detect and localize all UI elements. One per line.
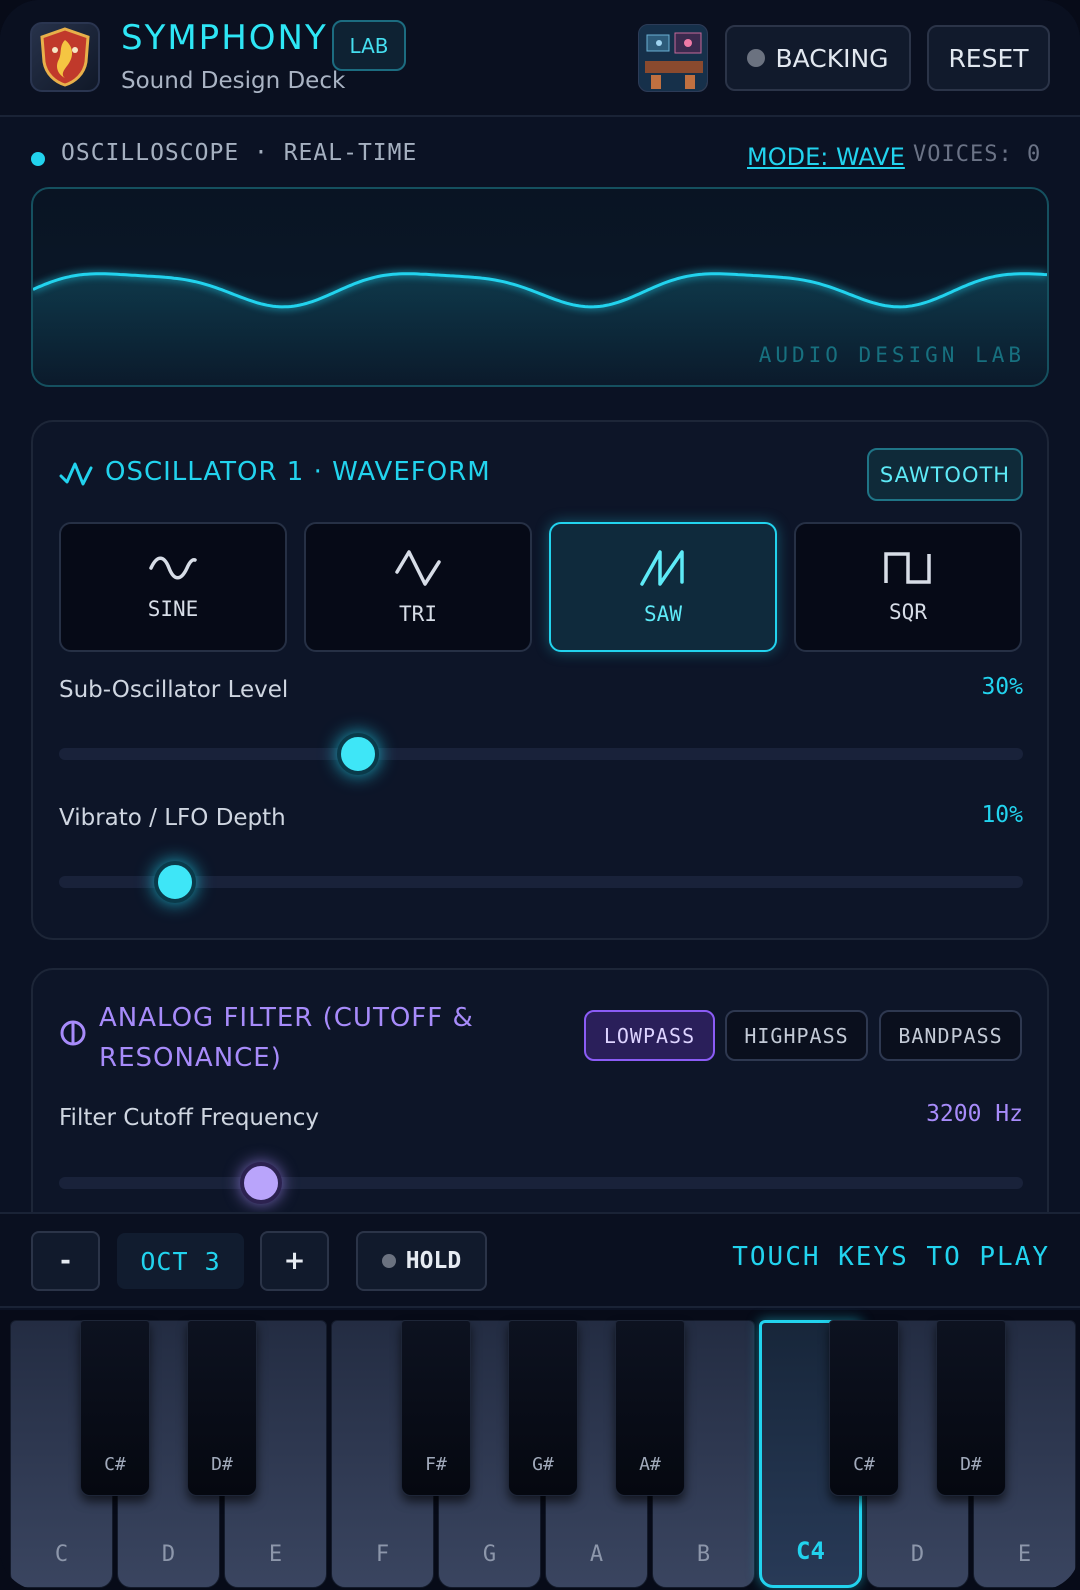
cutoff-knob[interactable]: [240, 1162, 283, 1204]
vibrato-label: Vibrato / LFO Depth: [59, 805, 286, 831]
black-key-a-sharp[interactable]: A#: [615, 1320, 685, 1496]
key-label: G#: [532, 1454, 554, 1475]
key-label: C: [54, 1542, 69, 1567]
app-title: SYMPHONY: [121, 18, 328, 58]
backing-button[interactable]: BACKING: [725, 25, 911, 91]
waveform-tri-button[interactable]: TRI: [304, 522, 532, 652]
key-label: D#: [960, 1454, 982, 1475]
synth-app: SYMPHONY LAB Sound Design Deck BACKING R…: [0, 0, 1080, 1590]
reset-button[interactable]: RESET: [927, 25, 1050, 91]
filter-bandpass-button[interactable]: BANDPASS: [879, 1010, 1022, 1061]
header: SYMPHONY LAB Sound Design Deck BACKING R…: [0, 0, 1080, 117]
cutoff-label: Filter Cutoff Frequency: [59, 1105, 319, 1131]
sub-level-slider[interactable]: [59, 733, 1023, 775]
touch-keys-hint: TOUCH KEYS TO PLAY: [732, 1242, 1050, 1272]
octave-bar: - OCT 3 + HOLD TOUCH KEYS TO PLAY: [0, 1212, 1080, 1308]
octave-up-button[interactable]: +: [260, 1231, 329, 1291]
key-label: C#: [104, 1454, 126, 1475]
filter-lowpass-button[interactable]: LOWPASS: [584, 1010, 715, 1061]
vibrato-slider[interactable]: [59, 861, 1023, 903]
square-wave-icon: [884, 552, 931, 584]
hold-button[interactable]: HOLD: [356, 1231, 487, 1291]
black-key-f-sharp[interactable]: F#: [401, 1320, 471, 1496]
black-key-d-sharp[interactable]: D#: [187, 1320, 257, 1496]
hold-label: HOLD: [405, 1248, 462, 1274]
filter-title: ANALOG FILTER (CUTOFF & RESONANCE): [99, 1003, 474, 1073]
lab-badge: LAB: [332, 20, 406, 71]
vibrato-knob[interactable]: [153, 861, 196, 903]
sub-level-value: 30%: [981, 674, 1023, 700]
key-label: E: [268, 1542, 283, 1567]
octave-display: OCT 3: [117, 1233, 244, 1289]
waveform-sqr-button[interactable]: SQR: [794, 522, 1022, 652]
black-key-c-sharp[interactable]: C#: [80, 1320, 150, 1496]
sub-level-knob[interactable]: [336, 733, 379, 775]
oscillator-title: OSCILLATOR 1 · WAVEFORM: [105, 457, 491, 487]
sine-wave-icon: [149, 556, 197, 580]
key-label: G: [482, 1542, 497, 1567]
key-label: A#: [639, 1454, 661, 1475]
oscilloscope-display: AUDIO DESIGN LAB: [31, 187, 1049, 387]
sub-level-label: Sub-Oscillator Level: [59, 677, 289, 703]
waveform-label: TRI: [399, 602, 437, 626]
hold-status-dot: [381, 1254, 396, 1268]
oscillator-panel: OSCILLATOR 1 · WAVEFORM SAWTOOTH SINE TR…: [31, 420, 1049, 940]
filter-highpass-button[interactable]: HIGHPASS: [725, 1010, 868, 1061]
waveform-label: SQR: [889, 600, 927, 624]
scope-watermark: AUDIO DESIGN LAB: [758, 343, 1025, 367]
key-label: A: [589, 1542, 604, 1567]
key-label: C4: [796, 1537, 825, 1565]
key-label: C#: [853, 1454, 875, 1475]
key-label: D: [161, 1542, 176, 1567]
triangle-wave-icon: [395, 550, 441, 586]
waveform-icon: [59, 462, 93, 486]
key-label: D#: [211, 1454, 233, 1475]
saw-wave-icon: [640, 550, 684, 586]
voices-count: VOICES: 0: [913, 142, 1042, 167]
studio-thumbnail[interactable]: [638, 24, 708, 92]
backing-label: BACKING: [775, 43, 889, 73]
piano-keyboard: C D E F G A B C4 D E C# D# F# G# A# C# D#: [0, 1310, 1080, 1590]
vibrato-value: 10%: [981, 802, 1023, 828]
key-label: E: [1017, 1542, 1032, 1567]
waveform-label: SAW: [644, 602, 682, 626]
waveform-sine-button[interactable]: SINE: [59, 522, 287, 652]
key-label: B: [696, 1542, 711, 1567]
octave-down-button[interactable]: -: [31, 1231, 100, 1291]
selected-waveform-badge: SAWTOOTH: [867, 448, 1023, 501]
scope-live-dot: [31, 152, 45, 166]
key-label: F: [375, 1542, 390, 1567]
waveform-label: SINE: [147, 597, 199, 621]
key-label: F#: [425, 1454, 447, 1475]
black-key-d-sharp[interactable]: D#: [936, 1320, 1006, 1496]
cutoff-value: 3200 Hz: [926, 1101, 1023, 1127]
waveform-saw-button[interactable]: SAW: [549, 522, 777, 652]
filter-icon: [60, 1020, 86, 1046]
scope-label: OSCILLOSCOPE · REAL-TIME: [61, 140, 418, 166]
cutoff-slider[interactable]: [59, 1162, 1023, 1204]
crest-logo: [30, 22, 100, 92]
black-key-c-sharp[interactable]: C#: [829, 1320, 899, 1496]
backing-status-dot: [747, 49, 766, 67]
black-key-g-sharp[interactable]: G#: [508, 1320, 578, 1496]
key-label: D: [910, 1542, 925, 1567]
mode-toggle-link[interactable]: MODE: WAVE: [747, 143, 905, 171]
app-subtitle: Sound Design Deck: [121, 68, 346, 94]
